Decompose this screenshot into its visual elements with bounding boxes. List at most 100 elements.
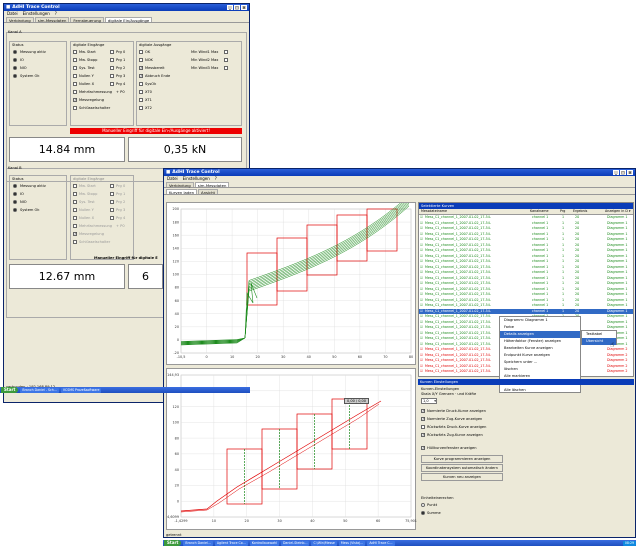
a-dout-cb-2[interactable]	[139, 65, 143, 70]
a-dout-cb-4[interactable]	[139, 82, 143, 86]
a-wind-cb-2[interactable]	[224, 66, 228, 70]
start-button[interactable]: Start	[1, 387, 19, 393]
front-tab-sim-data[interactable]: sim-Messdaten	[194, 182, 230, 188]
status-b-active-led	[13, 184, 17, 188]
a-dout-label-7: XT2	[145, 106, 152, 110]
b-din-cb-7[interactable]	[73, 240, 77, 244]
a-din-cb-5[interactable]	[73, 90, 77, 94]
unit-sum-radio[interactable]	[421, 511, 425, 515]
chart-1-panel[interactable]: 200 180 160 140 120 100 80 60 40 20 0 -20 -10,5 0 10 20…	[166, 195, 416, 365]
auto-coordinates-button[interactable]: Koordinatensystem automatisch ändern	[421, 464, 503, 472]
front-tab-connection[interactable]: Verbindung	[166, 182, 194, 188]
tab-sim-data[interactable]: sim-Messdaten	[34, 17, 70, 23]
front-minimize-icon[interactable]: _	[613, 170, 619, 175]
header-filename[interactable]: Messdateiname	[421, 209, 447, 214]
status-system-led	[13, 74, 17, 78]
b-din-cb-3[interactable]	[73, 208, 77, 212]
b-prg-cb-1[interactable]	[110, 192, 114, 196]
ctx-delete[interactable]: löschen	[500, 366, 580, 373]
tab-remote[interactable]: Fernsteuerung	[70, 17, 104, 23]
channel-a-label: Kanal A	[8, 30, 22, 34]
a-wind-cb-1[interactable]	[224, 58, 228, 62]
b-prg-cb-2[interactable]	[110, 200, 114, 204]
row-checkbox[interactable]: ☑	[420, 369, 423, 375]
b-prg-cb-3[interactable]	[110, 208, 114, 212]
a-prg-cb-3[interactable]	[110, 74, 114, 78]
submenu-testtable[interactable]: Testtabel	[582, 331, 616, 338]
a-dout-cb-3[interactable]	[139, 73, 143, 78]
ctx-color[interactable]: Farbe	[500, 324, 580, 331]
ctx-edit-curve[interactable]: Bearbeiten Kurve anzeigen	[500, 345, 580, 352]
close-icon[interactable]: ×	[241, 5, 247, 10]
a-dout-cb-7[interactable]	[139, 106, 143, 110]
header-channel[interactable]: Kanalname	[530, 209, 549, 214]
taskbar-window-5[interactable]: Mess (Vista)...	[338, 540, 366, 546]
cb-norm-tension[interactable]	[421, 416, 425, 421]
a-din-cb-3[interactable]	[73, 74, 77, 78]
ctx-details[interactable]: Details anzeigen	[500, 331, 580, 338]
a-prg-cb-2[interactable]	[110, 66, 114, 70]
tab-digital-io[interactable]: digitale Ein/Ausgänge	[104, 17, 153, 23]
redraw-curves-button[interactable]: Kurven neu anzeigen	[421, 473, 503, 481]
scale-dropdown[interactable]: 1,0 ▾	[421, 398, 437, 404]
a-din-cb-6[interactable]	[73, 97, 77, 102]
program-curve-button[interactable]: Kurve programmieren anzeigen	[421, 455, 503, 463]
taskbar-window-4[interactable]: C:\Win\Messe	[311, 540, 337, 546]
cb-envelope[interactable]	[421, 445, 425, 450]
a-dout-cb-5[interactable]	[139, 90, 143, 94]
chart2-y-tick: 0	[177, 499, 179, 503]
ctx-endpoint-curve[interactable]: Endpunkt Kurve anzeigen	[500, 352, 580, 359]
a-din-cb-0[interactable]	[73, 50, 77, 54]
subtab-load-curves[interactable]: Kurven laden	[166, 189, 197, 195]
chart2-y-tick: 80	[175, 436, 179, 440]
b-prg-cb-0[interactable]	[110, 184, 114, 188]
a-dout-cb-6[interactable]	[139, 98, 143, 102]
b-din-cb-5[interactable]	[73, 224, 77, 228]
trace-window-front: ■ AdHI Trace Control _ □ × Datei Einstellu…	[163, 168, 636, 538]
cursor-tooltip: 0,00 / 0,00	[344, 398, 369, 404]
b-din-cb-1[interactable]	[73, 192, 77, 196]
ctx-diagram[interactable]: Diagramm: Diagramm 1	[500, 317, 580, 324]
b-din-cb-6[interactable]	[73, 231, 77, 236]
a-dout-cb-1[interactable]	[139, 58, 143, 62]
taskbar-window-1[interactable]: Agilent Trace Co...	[214, 540, 248, 546]
unit-point-radio[interactable]	[421, 503, 425, 507]
a-din-cb-2[interactable]	[73, 66, 77, 70]
header-diagram[interactable]: Anzeigen in D ▾	[605, 209, 631, 214]
subtab-view[interactable]: Ansicht	[198, 189, 219, 195]
front-close-icon[interactable]: ×	[627, 170, 633, 175]
b-din-cb-4[interactable]	[73, 216, 77, 220]
taskbar-window-6[interactable]: AdHI Trace C...	[367, 540, 395, 546]
chart2-plot-area	[180, 374, 412, 518]
a-din-cb-7[interactable]	[73, 106, 77, 110]
a-din-cb-4[interactable]	[73, 82, 77, 86]
taskbar-window-2[interactable]: Kontrollauswahl	[249, 540, 279, 546]
tab-connection[interactable]: Verbindung	[6, 17, 34, 23]
taskbar-item-2[interactable]: VCSMS Prozeßsoftware	[60, 387, 102, 393]
taskbar-window-3[interactable]: Daniel-Steinb...	[280, 540, 310, 546]
b-prg-cb-4[interactable]	[110, 216, 114, 220]
front-maximize-icon[interactable]: □	[620, 170, 626, 175]
a-dout-cb-0[interactable]	[139, 50, 143, 54]
taskbar-window-0[interactable]: Branch Daniel...	[183, 540, 213, 546]
b-din-cb-0[interactable]	[73, 184, 77, 188]
header-prg[interactable]: Prg	[560, 209, 565, 214]
start-button-front[interactable]: Start	[164, 540, 182, 546]
a-din-cb-1[interactable]	[73, 58, 77, 62]
maximize-icon[interactable]: □	[234, 5, 240, 10]
cb-norm-pressure[interactable]	[421, 408, 425, 413]
minimize-icon[interactable]: _	[227, 5, 233, 10]
a-prg-cb-0[interactable]	[110, 50, 114, 54]
channel-b-force-readout: 6	[128, 264, 163, 289]
a-wind-cb-0[interactable]	[224, 50, 228, 54]
header-result[interactable]: Ergebnis	[573, 209, 587, 214]
cb-back-pressure[interactable]	[421, 425, 425, 429]
a-prg-cb-1[interactable]	[110, 58, 114, 62]
a-prg-cb-4[interactable]	[110, 82, 114, 86]
taskbar-item-1[interactable]: Branch Daniel - Sch...	[20, 387, 59, 393]
chart2-y-tick: 100	[173, 421, 179, 425]
ctx-save-as[interactable]: Speichern unter ...	[500, 359, 580, 366]
b-din-cb-2[interactable]	[73, 200, 77, 204]
ctx-height-factor[interactable]: Höhenfaktor (Fenster) anzeigen	[500, 338, 580, 345]
cb-back-tension[interactable]	[421, 432, 425, 437]
